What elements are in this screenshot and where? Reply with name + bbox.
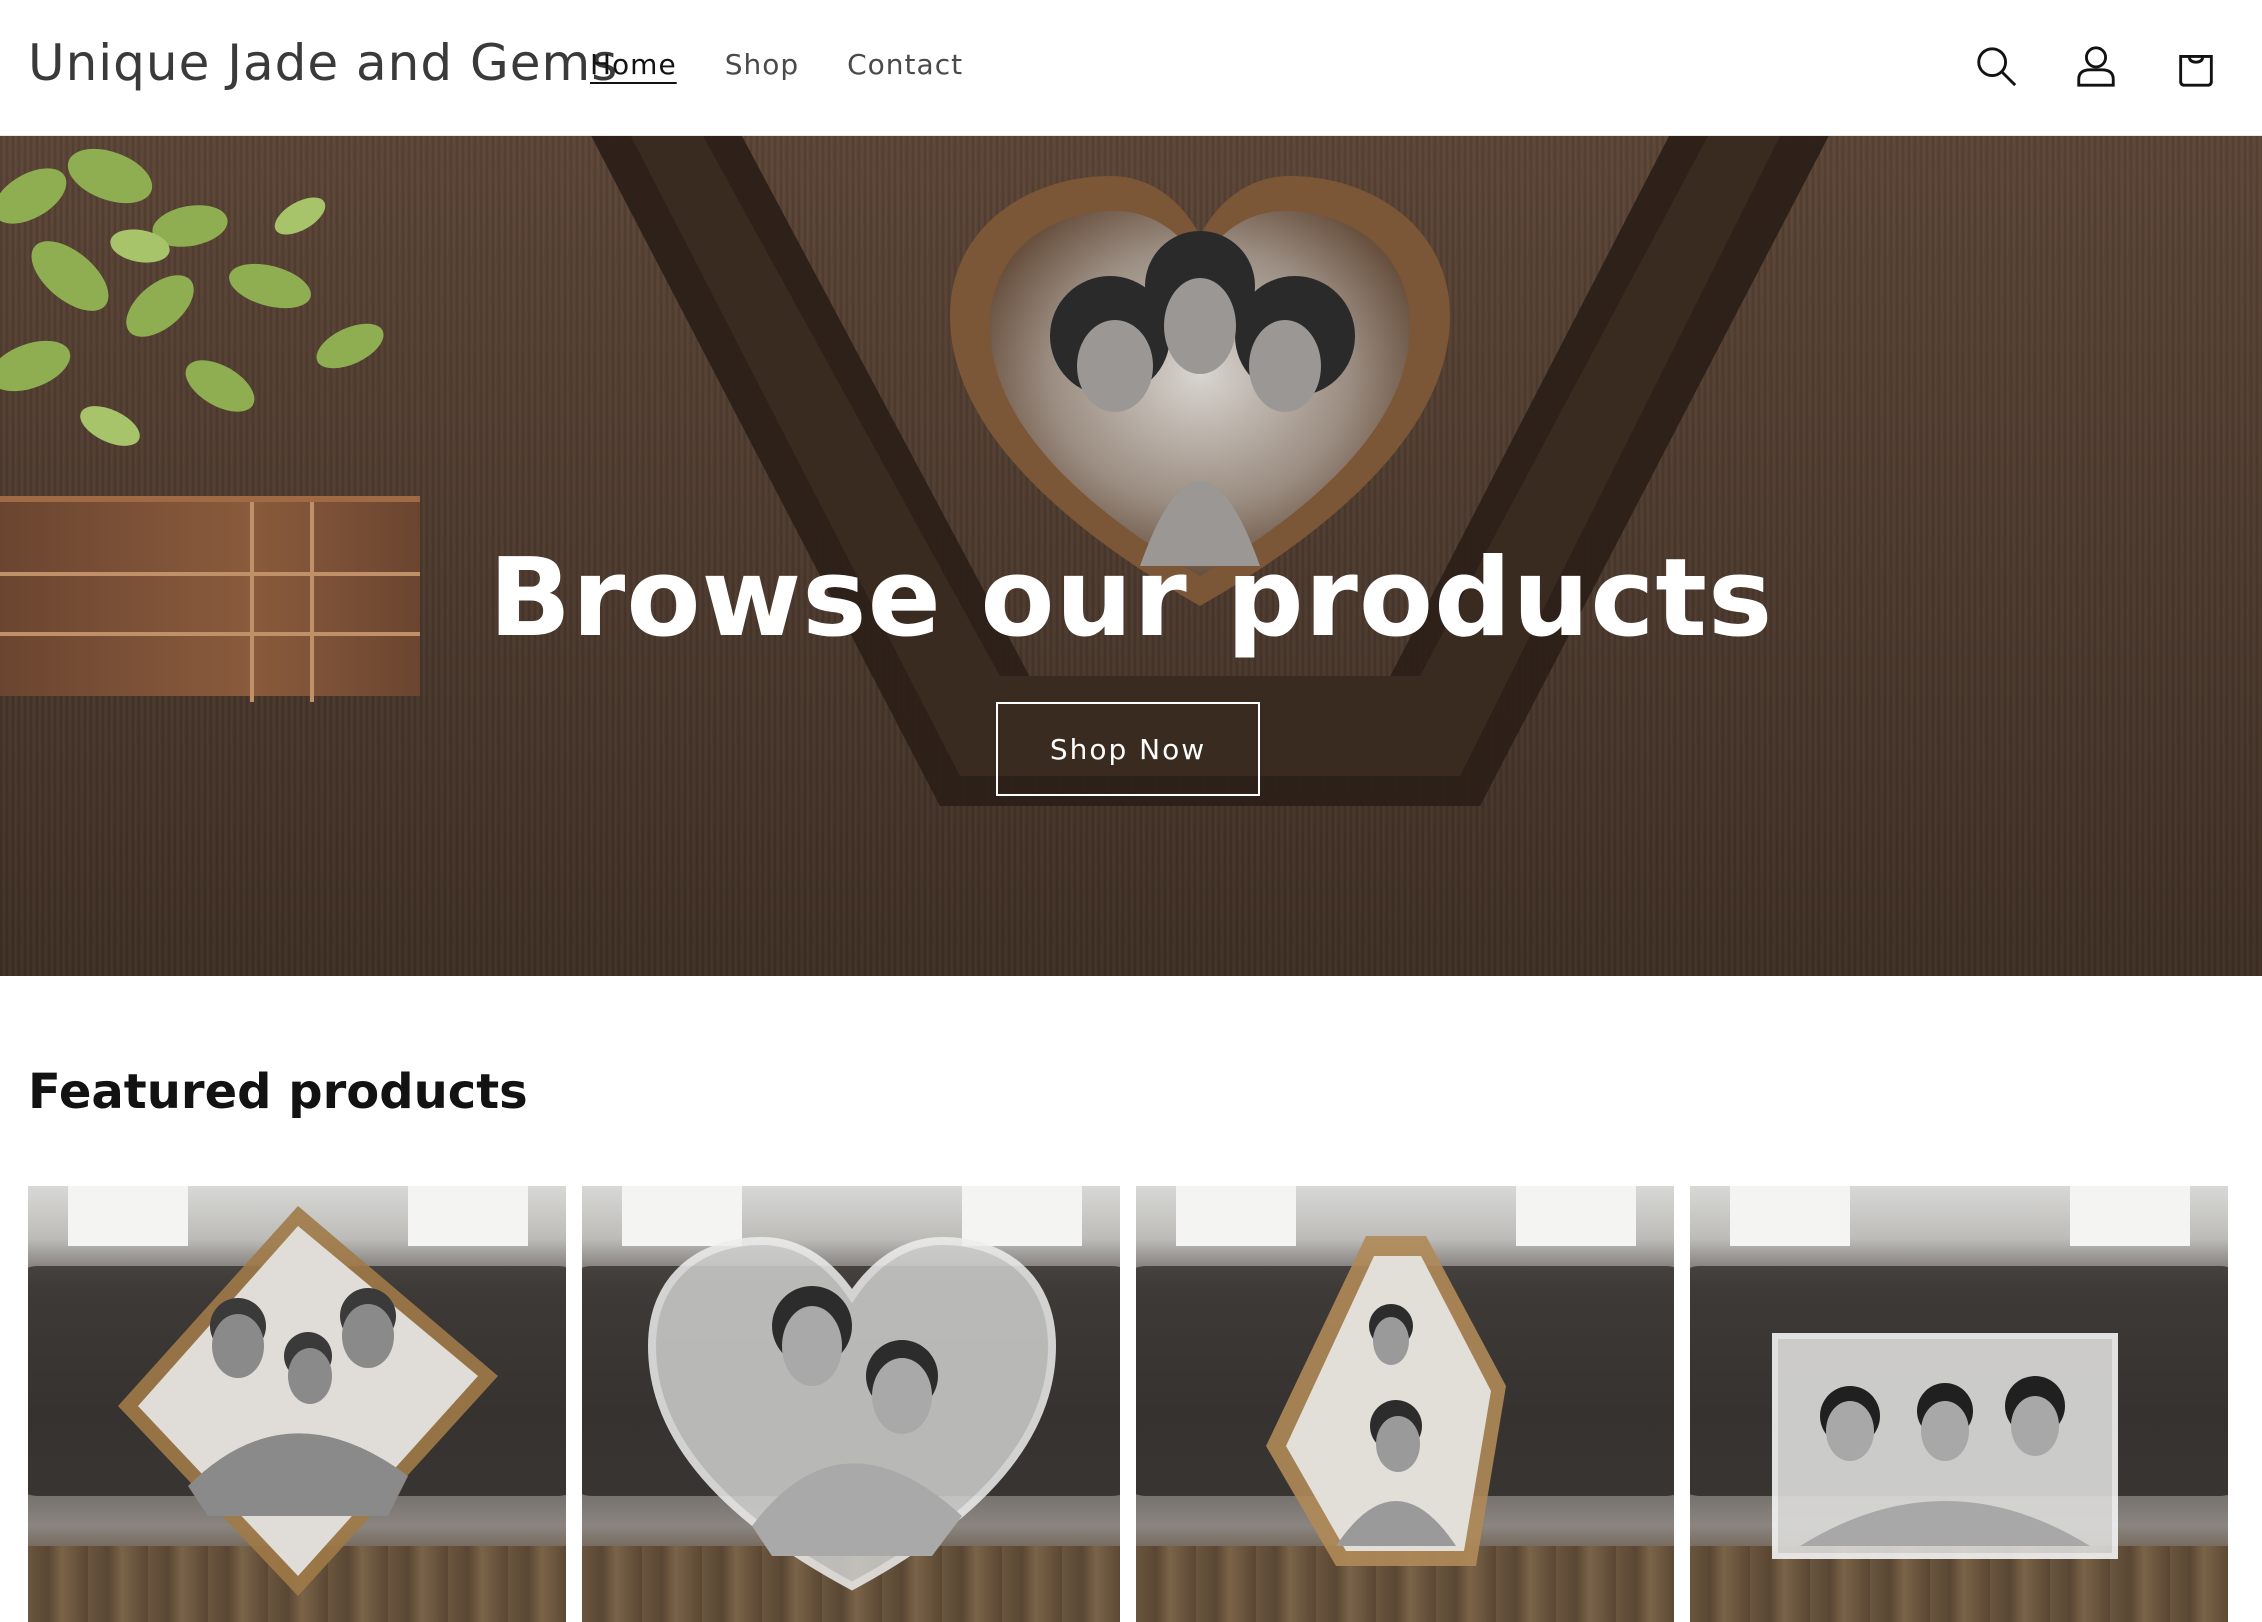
account-icon[interactable]	[2070, 40, 2122, 92]
heart-crystal-image	[647, 1236, 1057, 1591]
nav-contact-link[interactable]: Contact	[847, 48, 963, 81]
rectangle-crystal-image	[1772, 1333, 2118, 1559]
iceberg-crystal-image	[1266, 1236, 1506, 1566]
shop-now-button[interactable]: Shop Now	[996, 702, 1260, 796]
site-header: Unique Jade and Gems Home Shop Contact	[0, 0, 2262, 136]
hero-banner: Browse our products Shop Now	[0, 136, 2262, 976]
nav-home-link[interactable]: Home	[590, 48, 677, 81]
site-logo[interactable]: Unique Jade and Gems	[28, 34, 618, 92]
search-icon[interactable]	[1970, 40, 2022, 92]
hero-plant-image	[0, 136, 430, 516]
product-card-rectangle-crystal[interactable]	[1690, 1186, 2228, 1622]
main-nav: Home Shop Contact	[590, 48, 963, 81]
nav-shop-link[interactable]: Shop	[725, 48, 799, 81]
product-card-heart-crystal[interactable]	[582, 1186, 1120, 1622]
product-grid	[28, 1186, 2228, 1622]
cart-icon[interactable]	[2170, 40, 2222, 92]
featured-products-heading: Featured products	[28, 1064, 528, 1120]
header-icons	[1970, 40, 2222, 92]
product-card-diamond-crystal[interactable]	[28, 1186, 566, 1622]
diamond-crystal-image	[118, 1206, 498, 1596]
hero-title: Browse our products	[488, 536, 1774, 661]
product-card-iceberg-crystal[interactable]	[1136, 1186, 1674, 1622]
